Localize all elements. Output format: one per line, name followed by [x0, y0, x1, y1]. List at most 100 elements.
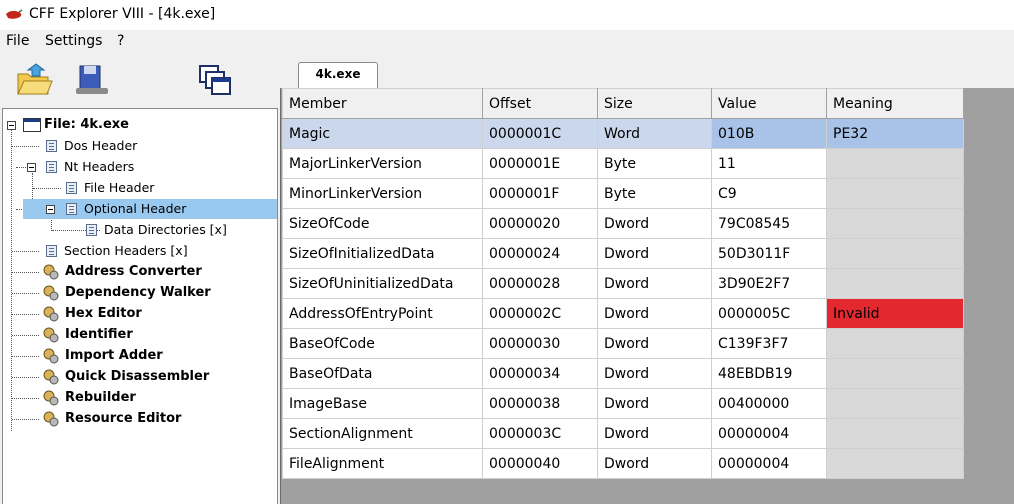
tree-line	[12, 398, 39, 399]
tree-item-identifier[interactable]: Identifier	[65, 325, 133, 345]
data-grid: Member Offset Size Value Meaning Magic 0…	[282, 88, 964, 479]
cell-meaning	[826, 418, 964, 449]
tree-line	[12, 356, 39, 357]
table-row[interactable]: SizeOfCode 00000020 Dword 79C08545	[282, 208, 964, 239]
cell-size: Dword	[597, 418, 712, 449]
cell-offset: 00000030	[482, 328, 598, 359]
cell-meaning	[826, 358, 964, 389]
grid-header-row: Member Offset Size Value Meaning	[282, 88, 964, 119]
tree-item-hex-editor[interactable]: Hex Editor	[65, 304, 142, 324]
tree-item-optional-header[interactable]: Optional Header	[84, 199, 186, 219]
tab-4k-exe[interactable]: 4k.exe	[298, 62, 378, 88]
cell-value[interactable]: 0000005C	[711, 298, 827, 329]
tree-line	[16, 167, 26, 168]
cell-value[interactable]: 3D90E2F7	[711, 268, 827, 299]
cell-offset: 00000040	[482, 448, 598, 479]
cell-value[interactable]: 00400000	[711, 388, 827, 419]
tool-icon	[43, 390, 59, 406]
table-row[interactable]: BaseOfCode 00000030 Dword C139F3F7	[282, 328, 964, 359]
cell-member: SizeOfUninitializedData	[282, 268, 483, 299]
tree-item-resource-editor[interactable]: Resource Editor	[65, 409, 181, 429]
tree-item-data-directories[interactable]: Data Directories [x]	[104, 220, 227, 240]
tree-item-address-converter[interactable]: Address Converter	[65, 262, 202, 282]
cell-value[interactable]: 50D3011F	[711, 238, 827, 269]
cell-offset: 0000001C	[482, 118, 598, 149]
windows-icon[interactable]	[196, 60, 236, 100]
cell-value[interactable]: C139F3F7	[711, 328, 827, 359]
document-icon	[86, 224, 97, 236]
table-row[interactable]: ImageBase 00000038 Dword 00400000	[282, 388, 964, 419]
tree-item-nt-headers[interactable]: Nt Headers	[64, 157, 134, 177]
menu-bar: File Settings ?	[0, 30, 1014, 52]
collapse-toggle[interactable]	[7, 121, 16, 130]
column-header-size[interactable]: Size	[597, 88, 712, 119]
table-row[interactable]: MinorLinkerVersion 0000001F Byte C9	[282, 178, 964, 209]
cell-value[interactable]: 00000004	[711, 418, 827, 449]
open-folder-icon[interactable]	[14, 60, 54, 100]
cell-offset: 00000034	[482, 358, 598, 389]
collapse-toggle[interactable]	[27, 163, 36, 172]
cell-size: Dword	[597, 358, 712, 389]
table-row[interactable]: SizeOfInitializedData 00000024 Dword 50D…	[282, 238, 964, 269]
cell-meaning	[826, 178, 964, 209]
cell-offset: 00000028	[482, 268, 598, 299]
cell-size: Byte	[597, 178, 712, 209]
column-header-value[interactable]: Value	[711, 88, 827, 119]
table-row[interactable]: AddressOfEntryPoint 0000002C Dword 00000…	[282, 298, 964, 329]
tree-line	[12, 251, 39, 252]
tree-item-quick-disassembler[interactable]: Quick Disassembler	[65, 367, 209, 387]
menu-help[interactable]: ?	[117, 33, 124, 49]
document-icon	[66, 182, 77, 194]
document-icon	[46, 140, 57, 152]
cell-offset: 00000024	[482, 238, 598, 269]
cell-offset: 0000002C	[482, 298, 598, 329]
table-row[interactable]: MajorLinkerVersion 0000001E Byte 11	[282, 148, 964, 179]
tool-icon	[43, 327, 59, 343]
column-header-member[interactable]: Member	[282, 88, 483, 119]
tree-line	[33, 188, 61, 189]
tree-root-file[interactable]: File: 4k.exe	[44, 115, 129, 135]
cell-offset: 0000003C	[482, 418, 598, 449]
tree-item-dependency-walker[interactable]: Dependency Walker	[65, 283, 211, 303]
cell-value[interactable]: 79C08545	[711, 208, 827, 239]
title-bar: CFF Explorer VIII - [4k.exe]	[0, 0, 1014, 30]
cell-member: MajorLinkerVersion	[282, 148, 483, 179]
cell-member: BaseOfData	[282, 358, 483, 389]
tree-line	[12, 293, 39, 294]
cell-meaning	[826, 238, 964, 269]
tree-item-dos-header[interactable]: Dos Header	[64, 136, 137, 156]
collapse-toggle[interactable]	[46, 205, 55, 214]
tree-item-section-headers[interactable]: Section Headers [x]	[64, 241, 188, 261]
column-header-offset[interactable]: Offset	[482, 88, 598, 119]
table-row[interactable]: SizeOfUninitializedData 00000028 Dword 3…	[282, 268, 964, 299]
file-icon	[23, 118, 41, 132]
menu-settings[interactable]: Settings	[45, 33, 102, 49]
table-row[interactable]: BaseOfData 00000034 Dword 48EBDB19	[282, 358, 964, 389]
table-row[interactable]: SectionAlignment 0000003C Dword 00000004	[282, 418, 964, 449]
table-row[interactable]: Magic 0000001C Word 010B PE32	[282, 118, 964, 149]
column-header-meaning[interactable]: Meaning	[826, 88, 964, 119]
cell-size: Dword	[597, 238, 712, 269]
tool-icon	[43, 285, 59, 301]
cell-value[interactable]: 11	[711, 148, 827, 179]
cell-meaning	[826, 148, 964, 179]
cell-size: Dword	[597, 268, 712, 299]
cell-value[interactable]: 00000004	[711, 448, 827, 479]
cell-value[interactable]: C9	[711, 178, 827, 209]
cell-size: Dword	[597, 298, 712, 329]
cell-size: Dword	[597, 208, 712, 239]
tree-item-rebuilder[interactable]: Rebuilder	[65, 388, 136, 408]
tool-icon	[43, 411, 59, 427]
menu-file[interactable]: File	[6, 33, 29, 49]
document-icon	[66, 203, 77, 215]
table-row[interactable]: FileAlignment 00000040 Dword 00000004	[282, 448, 964, 479]
cell-value[interactable]: 48EBDB19	[711, 358, 827, 389]
tree-item-import-adder[interactable]: Import Adder	[65, 346, 163, 366]
cell-offset: 00000020	[482, 208, 598, 239]
cell-member: BaseOfCode	[282, 328, 483, 359]
save-disk-icon[interactable]	[72, 60, 112, 100]
cell-value[interactable]: 010B	[711, 118, 827, 149]
cell-member: SizeOfCode	[282, 208, 483, 239]
tree-item-file-header[interactable]: File Header	[84, 178, 154, 198]
cell-meaning	[826, 208, 964, 239]
